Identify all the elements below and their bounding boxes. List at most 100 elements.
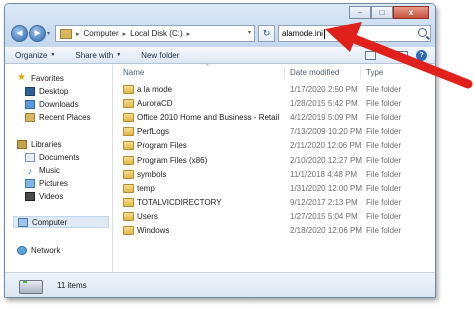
organize-button[interactable]: Organize ▼ [5,51,65,60]
chevron-down-icon[interactable]: ▼ [384,52,389,58]
breadcrumb-computer[interactable]: Computer [84,29,119,38]
table-row[interactable]: PerfLogs 7/13/2009 10:20 PM File folder [114,125,435,138]
item-count: 11 items [57,281,87,290]
new-folder-button[interactable]: New folder [131,51,189,60]
table-row[interactable]: Users 1/27/2015 5:04 PM File folder [114,210,435,223]
sidebar-item-label: Desktop [39,86,69,96]
file-name: Office 2010 Home and Business - Retail [137,113,280,123]
file-name: Windows [137,226,170,235]
table-row[interactable]: TOTALVICDIRECTORY 9/12/2017 2:13 PM File f… [114,196,435,209]
sidebar-item-favorites[interactable]: ★ Favorites [17,72,64,84]
pictures-icon [25,178,35,188]
sidebar-item-label: Network [31,245,61,255]
column-header-name[interactable]: Name [123,68,144,77]
sidebar-item-computer[interactable]: Computer [13,216,109,228]
file-name: symbols [137,169,167,179]
table-row[interactable]: Program Files (x86) 2/10/2020 12:27 PM Fil… [114,154,435,167]
music-icon: ♪ [27,165,33,176]
title-bar: – □ x ◄ ► ▾ ▸ Computer ▸ Local Disk (C:)… [5,4,435,47]
file-list: ^ Name Date modified Type a la mode 1/17/… [114,64,435,272]
column-header-date-modified[interactable]: Date modified [290,68,339,77]
sidebar-item-desktop[interactable]: Desktop [25,85,68,97]
file-type: File folder [366,169,402,179]
maximize-button[interactable]: □ [371,6,393,19]
column-divider[interactable] [360,67,361,79]
address-bar[interactable]: ▸ Computer ▸ Local Disk (C:) ▸ ▾ [55,25,255,42]
network-icon [17,245,27,255]
address-dropdown-icon[interactable]: ▾ [248,29,251,36]
computer-icon [18,217,28,227]
folder-icon [123,85,134,94]
sort-indicator-icon: ^ [206,64,209,70]
folder-icon [123,169,134,179]
drive-activity-light [23,281,27,283]
breadcrumb-separator[interactable]: ▸ [123,30,127,38]
table-row[interactable]: Program Files 2/11/2020 12:06 PM File fold… [114,139,435,152]
search-input-value: alamode.ini [282,29,323,38]
table-row[interactable]: Windows 2/18/2020 12:06 PM File folder [114,224,435,237]
sidebar-item-label: Documents [39,152,80,162]
command-bar: Organize ▼ Share with ▼ New folder ▼ ? [5,47,435,64]
sidebar-item-pictures[interactable]: Pictures [25,177,68,189]
chevron-down-icon: ▼ [50,52,56,58]
sidebar-item-libraries[interactable]: Libraries [17,138,62,150]
table-row[interactable]: temp 1/31/2020 12:00 PM File folder [114,182,435,195]
back-button[interactable]: ◄ [11,25,28,42]
file-date-modified: 1/28/2015 5:42 PM [290,99,358,109]
file-name: temp [137,183,155,193]
sidebar-item-network[interactable]: Network [17,244,60,256]
close-button[interactable]: x [393,6,429,19]
file-date-modified: 1/17/2020 2:50 PM [290,85,358,94]
status-bar: 11 items [5,272,435,297]
table-row[interactable]: Office 2010 Home and Business - Retail 4/… [114,111,435,124]
table-row[interactable]: symbols 11/1/2018 4:48 PM File folder [114,168,435,181]
file-date-modified: 2/10/2020 12:27 PM [290,155,363,165]
folder-icon [123,155,134,165]
star-icon: ★ [17,72,26,83]
file-name: AuroraCD [137,99,173,109]
sidebar-item-label: Favorites [31,73,64,83]
search-icon[interactable] [418,28,427,37]
table-row[interactable]: AuroraCD 1/28/2015 5:42 PM File folder [114,97,435,110]
recent-pages-dropdown[interactable]: ▾ [47,30,50,37]
sidebar-item-downloads[interactable]: Downloads [25,98,79,110]
sidebar-item-label: Videos [39,191,64,201]
folder-icon [123,226,134,235]
minimize-button[interactable]: – [349,6,371,19]
breadcrumb-separator[interactable]: ▸ [76,30,80,38]
share-with-button[interactable]: Share with ▼ [65,51,131,60]
refresh-button[interactable]: ↻ [258,25,275,42]
preview-pane-icon[interactable] [397,50,408,60]
file-date-modified: 7/13/2009 10:20 PM [290,127,363,137]
help-icon[interactable]: ? [416,49,427,61]
file-date-modified: 1/31/2020 12:00 PM [290,183,363,193]
sidebar-item-documents[interactable]: Documents [25,151,79,163]
sidebar-item-videos[interactable]: Videos [25,190,63,202]
folder-icon [123,113,134,123]
file-name: a la mode [137,85,173,94]
folder-icon [123,141,134,151]
column-divider[interactable] [284,67,285,79]
breadcrumb-separator[interactable]: ▸ [187,30,191,38]
change-view-icon[interactable] [365,50,377,60]
file-type: File folder [366,197,402,207]
table-row[interactable]: a la mode 1/17/2020 2:50 PM File folder [114,83,435,96]
file-type: File folder [366,226,402,235]
breadcrumb-local-disk[interactable]: Local Disk (C:) [130,29,182,38]
file-date-modified: 2/11/2020 12:06 PM [290,141,362,151]
folder-icon [123,197,134,207]
file-date-modified: 4/12/2019 5:09 PM [290,113,358,123]
folder-icon [60,28,72,39]
file-type: File folder [366,155,402,165]
new-folder-label: New folder [141,50,180,60]
column-header-type[interactable]: Type [366,68,383,77]
search-input[interactable]: alamode.ini [278,25,431,42]
forward-button[interactable]: ► [29,25,46,42]
sidebar-item-recent-places[interactable]: Recent Places [25,111,91,123]
sidebar-item-music[interactable]: ♪ Music [25,164,60,176]
recent-places-icon [25,112,35,122]
videos-icon [25,191,35,201]
folder-icon [123,183,134,193]
file-name: Program Files [137,141,187,151]
documents-icon [25,152,35,162]
